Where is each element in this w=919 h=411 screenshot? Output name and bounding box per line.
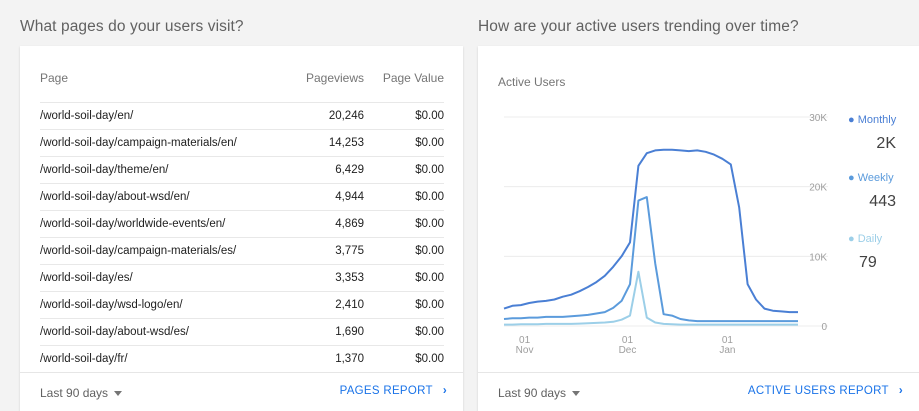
page-value: $0.00 — [415, 353, 444, 365]
dashboard: What pages do your users visit? Page Pag… — [0, 0, 919, 411]
pageviews-value: 1,690 — [335, 326, 364, 338]
page-path[interactable]: /world-soil-day/about-wsd/es/ — [40, 326, 189, 338]
pageviews-value: 6,429 — [335, 164, 364, 176]
table-row[interactable]: /world-soil-day/es/ 3,353 $0.00 — [40, 264, 444, 291]
x-tick-month-label: Nov — [516, 345, 534, 356]
chevron-right-icon: › — [898, 385, 903, 397]
pages-card-footer: Last 90 days PAGES REPORT › — [20, 372, 463, 411]
date-range-label: Last 90 days — [498, 386, 567, 400]
page-path[interactable]: /world-soil-day/about-wsd/en/ — [40, 191, 190, 203]
caret-down-icon — [114, 391, 123, 397]
page-column-header: Page — [40, 71, 69, 85]
page-value: $0.00 — [415, 218, 444, 230]
page-path[interactable]: /world-soil-day/wsd-logo/en/ — [40, 299, 183, 311]
y-tick-label: 20K — [809, 183, 827, 194]
pageviews-value: 4,869 — [335, 218, 364, 230]
pages-report-label: PAGES REPORT — [339, 385, 433, 397]
page-path[interactable]: /world-soil-day/en/ — [40, 110, 133, 122]
date-range-label: Last 90 days — [40, 386, 109, 400]
page-value: $0.00 — [415, 245, 444, 257]
page-path[interactable]: /world-soil-day/theme/en/ — [40, 164, 168, 176]
series-line-weekly — [503, 196, 798, 323]
legend-monthly-label: ● Monthly — [848, 114, 897, 126]
active-users-card-footer: Last 90 days ACTIVE USERS REPORT › — [478, 372, 919, 411]
page-value-column-header: Page Value — [382, 71, 444, 85]
legend-daily[interactable]: ● Daily 79 — [848, 233, 882, 272]
date-range-dropdown[interactable]: Last 90 days — [40, 386, 123, 400]
x-tick-month-label: Dec — [619, 345, 637, 356]
pages-card: Page Pageviews Page Value /world-soil-da… — [20, 46, 463, 411]
legend-weekly[interactable]: ● Weekly 443 — [848, 172, 896, 211]
y-tick-label: 10K — [809, 252, 827, 263]
page-value: $0.00 — [415, 137, 444, 149]
active-users-report-label: ACTIVE USERS REPORT — [747, 385, 889, 397]
page-path[interactable]: /world-soil-day/campaign-materials/en/ — [40, 137, 237, 149]
page-path[interactable]: /world-soil-day/campaign-materials/es/ — [40, 245, 236, 257]
chevron-right-icon: › — [442, 385, 447, 397]
y-tick-label: 0 — [821, 322, 827, 333]
table-row[interactable]: /world-soil-day/worldwide-events/en/ 4,8… — [40, 210, 444, 237]
pageviews-value: 4,944 — [335, 191, 364, 203]
caret-down-icon — [572, 391, 581, 397]
table-row[interactable]: /world-soil-day/campaign-materials/en/ 1… — [40, 129, 444, 156]
pageviews-value: 2,410 — [335, 299, 364, 311]
page-value: $0.00 — [415, 164, 444, 176]
page-path[interactable]: /world-soil-day/fr/ — [40, 353, 128, 365]
table-row[interactable]: /world-soil-day/about-wsd/es/ 1,690 $0.0… — [40, 318, 444, 345]
pageviews-value: 1,370 — [335, 353, 364, 365]
table-row[interactable]: /world-soil-day/fr/ 1,370 $0.00 — [40, 345, 444, 373]
page-value: $0.00 — [415, 326, 444, 338]
legend-daily-label: ● Daily — [848, 233, 883, 245]
table-row[interactable]: /world-soil-day/about-wsd/en/ 4,944 $0.0… — [40, 183, 444, 210]
x-tick-month-label: Jan — [719, 345, 735, 356]
legend-weekly-label: ● Weekly — [848, 172, 894, 184]
pageviews-column-header: Pageviews — [305, 71, 364, 85]
legend-monthly-value: 2K — [876, 135, 896, 152]
active-users-report-link[interactable]: ACTIVE USERS REPORT › — [748, 385, 903, 397]
legend-monthly[interactable]: ● Monthly 2K — [848, 114, 896, 153]
page-value: $0.00 — [415, 272, 444, 284]
page-path[interactable]: /world-soil-day/worldwide-events/en/ — [40, 218, 225, 230]
active-users-section-title: How are your active users trending over … — [478, 18, 799, 35]
page-value: $0.00 — [415, 191, 444, 203]
pages-section-title: What pages do your users visit? — [20, 18, 244, 35]
date-range-dropdown[interactable]: Last 90 days — [498, 386, 581, 400]
table-row[interactable]: /world-soil-day/en/ 20,246 $0.00 — [40, 102, 444, 129]
table-row[interactable]: /world-soil-day/theme/en/ 6,429 $0.00 — [40, 156, 444, 183]
page-value: $0.00 — [415, 299, 444, 311]
pageviews-value: 3,775 — [335, 245, 364, 257]
table-row[interactable]: /world-soil-day/wsd-logo/en/ 2,410 $0.00 — [40, 291, 444, 318]
active-users-card: Active Users 30K 20K 10K 0 01 Nov 01 Dec 01 Jan … — [478, 46, 919, 411]
pages-table: /world-soil-day/en/ 20,246 $0.00 /world-… — [40, 102, 444, 373]
legend-weekly-value: 443 — [869, 193, 896, 210]
legend-daily-value: 79 — [859, 254, 877, 271]
page-path[interactable]: /world-soil-day/es/ — [40, 272, 133, 284]
pageviews-value: 3,353 — [335, 272, 364, 284]
pages-report-link[interactable]: PAGES REPORT › — [340, 385, 447, 397]
y-tick-label: 30K — [809, 113, 827, 124]
table-row[interactable]: /world-soil-day/campaign-materials/es/ 3… — [40, 237, 444, 264]
page-value: $0.00 — [415, 110, 444, 122]
pageviews-value: 14,253 — [328, 137, 364, 149]
pageviews-value: 20,246 — [328, 110, 364, 122]
